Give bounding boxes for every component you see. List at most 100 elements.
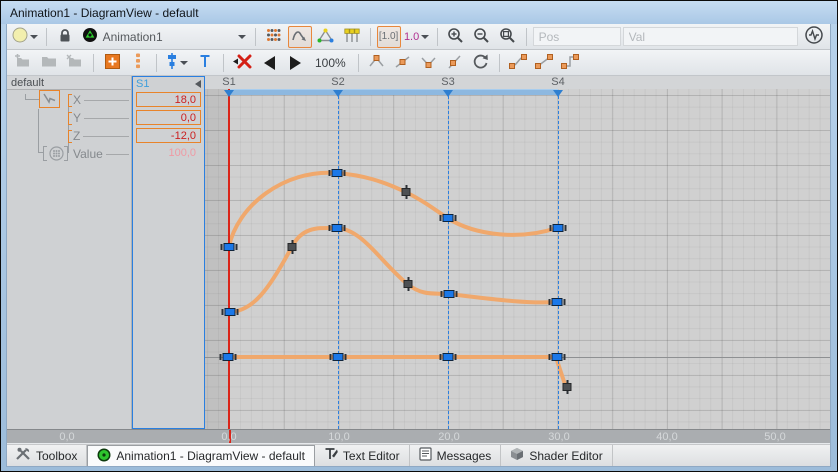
curve-top[interactable] bbox=[229, 173, 557, 247]
title-bar[interactable]: Animation1 - DiagramView - default bbox=[1, 1, 837, 24]
value-field-x[interactable]: 18,0 bbox=[136, 92, 201, 107]
section-line[interactable] bbox=[558, 96, 559, 429]
keyframe[interactable] bbox=[404, 280, 413, 288]
section-column-header[interactable]: S1 bbox=[133, 77, 204, 90]
signal-preview-button[interactable] bbox=[802, 26, 826, 48]
status-tab-animation1-diagramview-default[interactable]: Animation1 - DiagramView - default bbox=[87, 445, 315, 466]
curve-flat[interactable] bbox=[228, 357, 566, 387]
curve-canvas[interactable]: S1 S2 S3 S4 bbox=[205, 76, 830, 429]
tree-row-x[interactable]: X bbox=[68, 92, 132, 108]
main-toolbar: Animation1 bbox=[7, 24, 830, 50]
curve-grid[interactable] bbox=[205, 89, 830, 429]
keyframe-selected[interactable] bbox=[443, 353, 454, 361]
tracks-mode-button[interactable] bbox=[340, 26, 364, 48]
tree-connector bbox=[38, 109, 39, 153]
pos-input[interactable] bbox=[533, 27, 621, 46]
tree-header[interactable]: default bbox=[7, 76, 131, 90]
status-tab-shader-editor[interactable]: Shader Editor bbox=[501, 445, 612, 466]
playhead-line[interactable] bbox=[228, 89, 230, 429]
snap-grid-button[interactable] bbox=[262, 26, 286, 48]
blue-t-icon bbox=[199, 54, 211, 71]
val-input[interactable] bbox=[623, 27, 798, 46]
list-options-button[interactable] bbox=[126, 52, 150, 74]
section-label-s3[interactable]: S3 bbox=[441, 76, 454, 88]
keyframe-selected[interactable] bbox=[553, 224, 564, 232]
tangent-slope-button[interactable] bbox=[443, 52, 467, 74]
time-axis: 0,00,010,020,030,040,050,0 bbox=[7, 429, 830, 443]
keyframe-selected[interactable] bbox=[223, 353, 234, 361]
collapse-left-icon[interactable] bbox=[195, 80, 201, 88]
status-tab-messages[interactable]: Messages bbox=[410, 445, 502, 466]
tree-row-z[interactable]: Z bbox=[68, 128, 132, 144]
tree-row-y[interactable]: Y bbox=[68, 110, 132, 126]
value-field-z[interactable]: -12,0 bbox=[136, 128, 201, 143]
component-bracket-icon bbox=[68, 112, 72, 125]
lock-button[interactable] bbox=[53, 26, 77, 48]
keyframe[interactable] bbox=[563, 383, 572, 391]
add-item-button[interactable] bbox=[100, 52, 124, 74]
unit-badge-button[interactable]: [1.0] bbox=[377, 26, 401, 48]
time-marker-button[interactable] bbox=[193, 52, 217, 74]
section-line[interactable] bbox=[448, 96, 449, 429]
reset-tangent-button[interactable] bbox=[469, 52, 493, 74]
insert-key-dropdown[interactable] bbox=[163, 52, 191, 74]
tangent-valley-button[interactable] bbox=[417, 52, 441, 74]
status-tab-toolbox[interactable]: Toolbox bbox=[7, 445, 87, 466]
zoom-level-display[interactable]: 100% bbox=[309, 52, 352, 74]
zoom-fit-button[interactable] bbox=[496, 26, 520, 48]
keyframe-selected[interactable] bbox=[224, 243, 235, 251]
keyframe-selected[interactable] bbox=[552, 353, 563, 361]
keyframe-selected[interactable] bbox=[332, 224, 343, 232]
folder-button[interactable] bbox=[37, 52, 61, 74]
step-back-button[interactable] bbox=[257, 52, 281, 74]
component-bracket-icon bbox=[68, 130, 72, 143]
status-tab-text-editor[interactable]: Text Editor bbox=[315, 445, 410, 466]
keyframe-selected[interactable] bbox=[443, 214, 454, 222]
interp-step-button[interactable] bbox=[558, 52, 582, 74]
value-field-y[interactable]: 0,0 bbox=[136, 110, 201, 125]
spline-smooth-icon bbox=[509, 54, 527, 72]
vector-node-icon[interactable] bbox=[39, 90, 60, 108]
status-tab-label: Shader Editor bbox=[529, 449, 602, 463]
section-marker-icon[interactable] bbox=[224, 90, 234, 97]
tree-row-value[interactable]: Value bbox=[73, 146, 132, 162]
delete-folder-button[interactable] bbox=[63, 52, 87, 74]
previous-icon bbox=[264, 56, 275, 70]
keyframe-selected[interactable] bbox=[552, 298, 563, 306]
color-picker-button[interactable] bbox=[11, 26, 40, 48]
yellow-circle-icon bbox=[12, 27, 28, 46]
step-forward-button[interactable] bbox=[283, 52, 307, 74]
curve-middle[interactable] bbox=[230, 228, 556, 312]
time-tick: 0,0 bbox=[221, 431, 236, 443]
zoom-in-button[interactable] bbox=[444, 26, 468, 48]
tangent-peak-button[interactable] bbox=[365, 52, 389, 74]
delete-key-button[interactable] bbox=[230, 52, 255, 74]
add-folder-button[interactable] bbox=[11, 52, 35, 74]
keyframe-selected[interactable] bbox=[225, 308, 236, 316]
interp-linear-button[interactable] bbox=[532, 52, 556, 74]
keyframe-selected[interactable] bbox=[332, 169, 343, 177]
value-field-value[interactable]: 100,0 bbox=[136, 146, 201, 161]
unit-value-dropdown[interactable]: 1.0 bbox=[403, 26, 431, 48]
interp-smooth-button[interactable] bbox=[506, 52, 530, 74]
section-values-column: S1 18,0 0,0 -12,0 100,0 bbox=[132, 76, 205, 429]
spline-linear-icon bbox=[535, 54, 553, 72]
edit-toolbar: 100% bbox=[7, 50, 830, 76]
section-line[interactable] bbox=[338, 96, 339, 429]
keyframe-selected[interactable] bbox=[444, 290, 455, 298]
zoom-out-button[interactable] bbox=[470, 26, 494, 48]
keyframe[interactable] bbox=[402, 188, 411, 196]
section-label-s1[interactable]: S1 bbox=[222, 76, 235, 88]
keyframe-selected[interactable] bbox=[333, 353, 344, 361]
section-label-s2[interactable]: S2 bbox=[331, 76, 344, 88]
section-label-s4[interactable]: S4 bbox=[551, 76, 564, 88]
chevron-down-icon bbox=[238, 35, 246, 39]
curves-mode-button[interactable] bbox=[288, 26, 312, 48]
value-node-icon[interactable] bbox=[43, 146, 71, 161]
time-tick: 40,0 bbox=[656, 431, 677, 443]
triangle-mode-button[interactable] bbox=[314, 26, 338, 48]
animation-sphere-icon bbox=[82, 27, 98, 46]
animation-selector[interactable]: Animation1 bbox=[79, 26, 249, 48]
keyframe[interactable] bbox=[288, 243, 297, 251]
tangent-linear-button[interactable] bbox=[391, 52, 415, 74]
